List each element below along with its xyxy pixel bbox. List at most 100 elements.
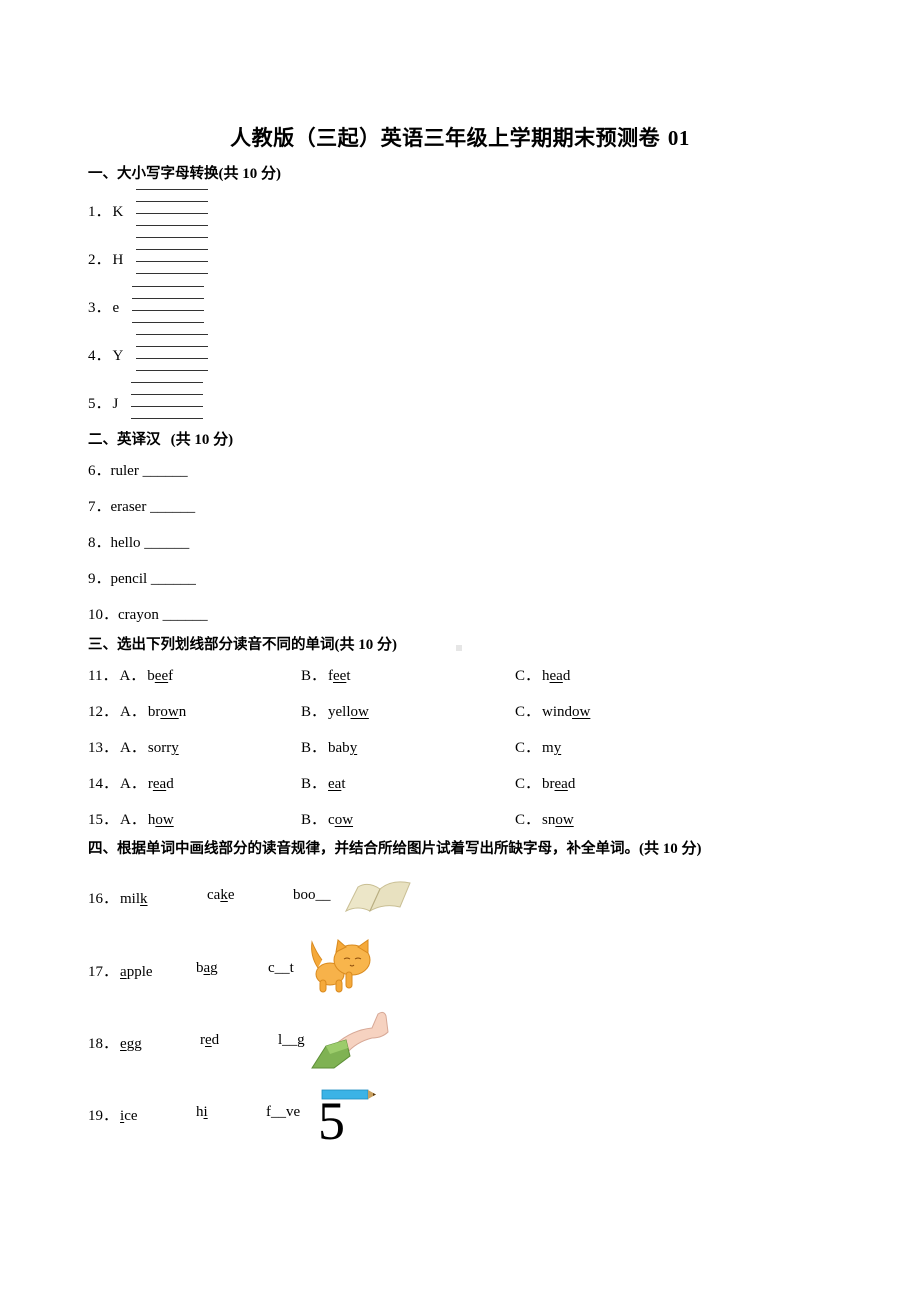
example-word-2: red — [200, 1032, 219, 1049]
option-label: C． — [515, 668, 541, 684]
writing-line[interactable] — [136, 189, 208, 190]
example-word: red — [200, 1032, 219, 1048]
word-part: n — [178, 704, 187, 720]
answer-blank[interactable]: ______ — [144, 535, 189, 551]
fill-blank-word[interactable]: l__g — [278, 1032, 305, 1049]
answer-blank[interactable]: ______ — [163, 607, 208, 623]
word-part: ca — [207, 887, 221, 903]
section-score: (共 10 分) — [639, 841, 702, 857]
fill-blank-word[interactable]: f__ve — [266, 1104, 300, 1121]
choice-option[interactable]: 11． A． beef — [88, 664, 173, 685]
fill-blank-word[interactable]: c__t — [268, 960, 294, 977]
answer-blank[interactable]: ______ — [143, 463, 188, 479]
choice-option[interactable]: 14． A． read — [88, 772, 174, 793]
choice-option[interactable]: B． yellow — [301, 700, 369, 721]
writing-line[interactable] — [136, 261, 208, 262]
answer-blank[interactable]: ______ — [150, 499, 195, 515]
example-word: cake — [207, 887, 235, 903]
choice-option[interactable]: C． head — [515, 664, 570, 685]
choice-option[interactable]: C． bread — [515, 772, 575, 793]
underlined-part: ee — [333, 668, 347, 684]
writing-line[interactable] — [132, 322, 204, 323]
title-text: 人教版（三起）英语三年级上学期期末预测卷 — [230, 126, 661, 150]
writing-line[interactable] — [136, 249, 208, 250]
writing-line[interactable] — [132, 298, 204, 299]
item-number: 18． — [88, 1036, 119, 1052]
option-word: bread — [542, 776, 575, 792]
underlined-part: ow — [555, 812, 574, 828]
writing-line[interactable] — [136, 346, 208, 347]
underlined-part: a — [120, 964, 127, 980]
underlined-part: ow — [572, 704, 591, 720]
letter-item: 4． Y — [88, 344, 123, 365]
word-part: ce — [124, 1108, 138, 1124]
writing-line[interactable] — [136, 201, 208, 202]
option-word: brown — [148, 704, 186, 720]
writing-line[interactable] — [131, 406, 203, 407]
example-word-1: milk — [120, 891, 148, 907]
word-part: bab — [328, 740, 350, 756]
option-label: B． — [301, 776, 327, 792]
writing-line[interactable] — [136, 213, 208, 214]
option-word: feet — [328, 668, 351, 684]
choice-option[interactable]: C． snow — [515, 808, 574, 829]
option-word: snow — [542, 812, 574, 828]
word-part: e — [227, 887, 235, 903]
underlined-part: k — [220, 887, 228, 903]
item-number: 3． — [88, 300, 111, 316]
page-title: 人教版（三起）英语三年级上学期期末预测卷 01 — [0, 122, 920, 152]
given-letter: J — [112, 396, 119, 412]
option-word: my — [542, 740, 561, 756]
given-letter: Y — [112, 348, 124, 364]
example-word-1: ice — [120, 1108, 138, 1124]
underlined-part: y — [349, 740, 358, 756]
five-icon: 5 — [318, 1089, 376, 1151]
choice-option[interactable]: B． eat — [301, 772, 346, 793]
phonics-item: 17． apple — [88, 960, 153, 981]
option-label: A． — [120, 776, 146, 792]
writing-line[interactable] — [132, 310, 204, 311]
item-number: 9． — [88, 571, 111, 587]
underlined-part: ee — [154, 668, 169, 684]
underlined-part: ow — [350, 704, 369, 720]
choice-option[interactable]: 15． A． how — [88, 808, 174, 829]
writing-line[interactable] — [132, 286, 204, 287]
writing-line[interactable] — [131, 382, 203, 383]
section-1-heading: 一、大小写字母转换(共 10 分) — [88, 162, 281, 183]
option-label: A． — [120, 812, 146, 828]
writing-line[interactable] — [136, 358, 208, 359]
item-number: 5． — [88, 396, 111, 412]
choice-option[interactable]: 12． A． brown — [88, 700, 186, 721]
choice-option[interactable]: B． cow — [301, 808, 353, 829]
writing-line[interactable] — [136, 334, 208, 335]
word-part: d — [166, 776, 174, 792]
section-heading-text: 四、根据单词中画线部分的读音规律，并结合所给图片试着写出所缺字母，补全单词。 — [88, 841, 639, 857]
answer-blank[interactable]: ______ — [151, 571, 196, 587]
item-number: 19． — [88, 1108, 119, 1124]
word-part: sorr — [147, 740, 172, 756]
item-number: 4． — [88, 348, 111, 364]
fill-blank-word[interactable]: boo__ — [293, 887, 331, 904]
writing-line[interactable] — [136, 370, 208, 371]
english-word: pencil — [110, 571, 148, 587]
choice-option[interactable]: B． baby — [301, 736, 357, 757]
writing-line[interactable] — [131, 418, 203, 419]
underlined-part: ow — [155, 812, 174, 828]
section-heading-text: 二、英译汉 — [88, 432, 161, 448]
writing-line[interactable] — [136, 237, 208, 238]
item-number: 12． — [88, 704, 119, 720]
translate-item: 6．ruler ______ — [88, 459, 188, 480]
item-number: 11． — [88, 668, 118, 684]
letter-item: 1． K — [88, 200, 123, 221]
choice-option[interactable]: B． feet — [301, 664, 351, 685]
word-part: t — [341, 776, 346, 792]
writing-line[interactable] — [131, 394, 203, 395]
choice-option[interactable]: 13． A． sorry — [88, 736, 179, 757]
word-part: gg — [126, 1036, 142, 1052]
writing-line[interactable] — [136, 273, 208, 274]
choice-option[interactable]: C． window — [515, 700, 590, 721]
choice-option[interactable]: C． my — [515, 736, 561, 757]
option-label: B． — [301, 704, 327, 720]
writing-line[interactable] — [136, 225, 208, 226]
example-word: hi — [196, 1104, 208, 1120]
